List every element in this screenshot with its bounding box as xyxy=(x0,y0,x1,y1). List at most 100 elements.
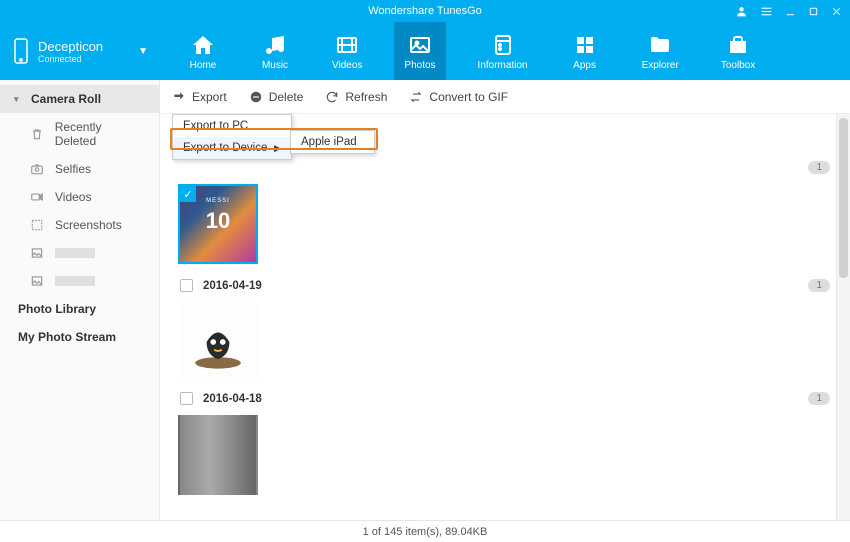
scrollbar-thumb[interactable] xyxy=(839,118,848,278)
button-label: Export xyxy=(192,90,227,104)
tab-photos[interactable]: Photos xyxy=(394,22,445,80)
photo-thumbnail[interactable] xyxy=(178,302,258,382)
sidebar-item-videos[interactable]: Videos xyxy=(0,183,159,211)
apps-icon xyxy=(573,32,597,58)
body: ▾ Camera Roll Recently Deleted Selfies V… xyxy=(0,80,850,520)
titlebar: Wondershare TunesGo xyxy=(0,0,850,22)
refresh-button[interactable]: Refresh xyxy=(325,90,387,104)
home-icon xyxy=(191,32,215,58)
menu-label: Export to Device xyxy=(183,142,267,154)
sidebar-item-label: My Photo Stream xyxy=(18,330,116,344)
header: Decepticon Connected ▼ Home Music Videos… xyxy=(0,22,850,80)
tab-label: Apps xyxy=(573,60,596,71)
sidebar-item-selfies[interactable]: Selfies xyxy=(0,155,159,183)
app-title: Wondershare TunesGo xyxy=(368,5,482,17)
group-header[interactable]: 2016-04-18 1 xyxy=(178,387,832,410)
status-text: 1 of 145 item(s), 89.04KB xyxy=(363,526,488,538)
delete-icon xyxy=(249,90,263,104)
count-badge: 1 xyxy=(808,392,830,405)
refresh-icon xyxy=(325,90,339,104)
content: 1 ✓ 2016-04-19 1 2016-04-18 1 xyxy=(160,114,850,520)
tab-information[interactable]: Information xyxy=(468,22,538,80)
tab-label: Explorer xyxy=(642,60,679,71)
sidebar-item-label: Photo Library xyxy=(18,302,96,316)
checkbox[interactable] xyxy=(180,392,193,405)
minimize-icon[interactable] xyxy=(785,6,796,17)
image-icon xyxy=(28,246,46,260)
tab-label: Videos xyxy=(332,60,362,71)
sidebar: ▾ Camera Roll Recently Deleted Selfies V… xyxy=(0,80,160,520)
tab-label: Music xyxy=(262,60,288,71)
export-to-pc[interactable]: Export to PC xyxy=(173,115,291,137)
close-icon[interactable] xyxy=(831,6,842,17)
photos-icon xyxy=(408,32,432,58)
nav-tabs: Home Music Videos Photos Information App… xyxy=(160,22,783,80)
count-badge: 1 xyxy=(808,161,830,174)
export-device-submenu: Apple iPad xyxy=(290,130,375,154)
menu-icon[interactable] xyxy=(760,5,773,18)
trash-icon xyxy=(28,127,46,141)
convert-icon xyxy=(409,90,423,104)
delete-button[interactable]: Delete xyxy=(249,90,304,104)
chevron-down-icon: ▼ xyxy=(138,46,148,57)
blurred-label xyxy=(55,248,95,258)
information-icon xyxy=(491,32,515,58)
camera-icon xyxy=(28,162,46,176)
sidebar-item-label: Selfies xyxy=(55,162,91,176)
export-to-device[interactable]: Export to Device ▶ xyxy=(173,137,291,159)
tab-explorer[interactable]: Explorer xyxy=(632,22,689,80)
button-label: Delete xyxy=(269,90,304,104)
button-label: Refresh xyxy=(345,90,387,104)
device-selector[interactable]: Decepticon Connected ▼ xyxy=(0,22,160,80)
statusbar: 1 of 145 item(s), 89.04KB xyxy=(0,520,850,542)
chevron-right-icon: ▶ xyxy=(274,143,281,154)
main: Export Delete Refresh Convert to GIF Exp… xyxy=(160,80,850,520)
sidebar-item-blurred-2[interactable] xyxy=(0,267,159,295)
toolbar: Export Delete Refresh Convert to GIF xyxy=(160,80,850,114)
tab-toolbox[interactable]: Toolbox xyxy=(711,22,765,80)
maximize-icon[interactable] xyxy=(808,6,819,17)
video-icon xyxy=(28,190,46,204)
sidebar-item-blurred-1[interactable] xyxy=(0,239,159,267)
image-icon xyxy=(28,274,46,288)
menu-label: Apple iPad xyxy=(301,136,357,148)
phone-icon xyxy=(12,37,30,65)
tab-label: Photos xyxy=(404,60,435,71)
export-button[interactable]: Export xyxy=(172,90,227,104)
menu-label: Export to PC xyxy=(183,120,248,132)
tab-home[interactable]: Home xyxy=(178,22,228,80)
convert-gif-button[interactable]: Convert to GIF xyxy=(409,90,508,104)
checkmark-icon: ✓ xyxy=(180,186,196,202)
photo-thumbnail[interactable]: ✓ xyxy=(178,184,258,264)
tab-label: Home xyxy=(190,60,217,71)
tab-videos[interactable]: Videos xyxy=(322,22,372,80)
button-label: Convert to GIF xyxy=(429,90,508,104)
sidebar-item-label: Recently Deleted xyxy=(55,120,145,148)
explorer-icon xyxy=(648,32,672,58)
sidebar-item-label: Screenshots xyxy=(55,218,122,232)
tab-label: Information xyxy=(478,60,528,71)
screenshot-icon xyxy=(28,218,46,232)
scrollbar[interactable] xyxy=(836,114,850,520)
device-info: Decepticon Connected xyxy=(38,39,138,64)
sidebar-item-my-photo-stream[interactable]: My Photo Stream xyxy=(0,323,159,351)
photo-thumbnail[interactable] xyxy=(178,415,258,495)
videos-icon xyxy=(335,32,359,58)
sidebar-item-recently-deleted[interactable]: Recently Deleted xyxy=(0,113,159,155)
tab-music[interactable]: Music xyxy=(250,22,300,80)
sidebar-item-photo-library[interactable]: Photo Library xyxy=(0,295,159,323)
export-target-apple-ipad[interactable]: Apple iPad xyxy=(291,131,374,153)
checkbox[interactable] xyxy=(180,279,193,292)
sidebar-item-camera-roll[interactable]: ▾ Camera Roll xyxy=(0,85,159,113)
device-status: Connected xyxy=(38,54,138,64)
toolbox-icon xyxy=(726,32,750,58)
titlebar-controls xyxy=(735,5,842,18)
sidebar-item-screenshots[interactable]: Screenshots xyxy=(0,211,159,239)
export-dropdown: Export to PC Export to Device ▶ xyxy=(172,114,292,160)
user-icon[interactable] xyxy=(735,5,748,18)
group-header[interactable]: 2016-04-19 1 xyxy=(178,274,832,297)
export-icon xyxy=(172,90,186,104)
count-badge: 1 xyxy=(808,279,830,292)
sidebar-item-label: Camera Roll xyxy=(31,92,101,106)
tab-apps[interactable]: Apps xyxy=(560,22,610,80)
